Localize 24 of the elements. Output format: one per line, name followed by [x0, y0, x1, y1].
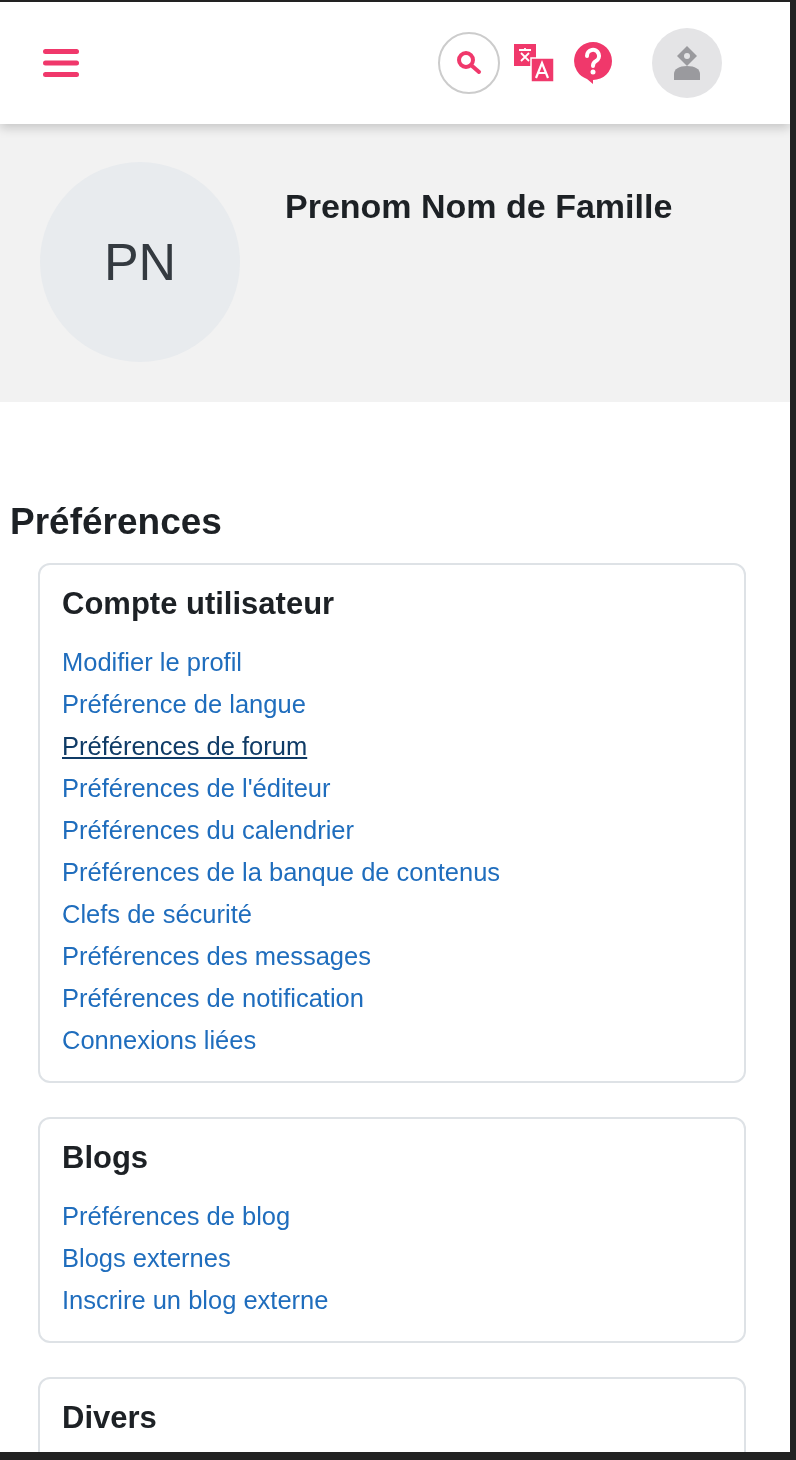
preference-link[interactable]: Inscrire un blog externe — [62, 1278, 329, 1321]
preference-link[interactable]: Préférences de notification — [62, 976, 364, 1019]
preference-link[interactable]: Connexions liées — [62, 1018, 257, 1061]
preference-link[interactable]: Préférences de blog — [62, 1194, 291, 1237]
preference-link[interactable]: Blogs externes — [62, 1236, 231, 1279]
user-icon — [672, 46, 702, 80]
section-title: Blogs — [62, 1140, 150, 1175]
preference-link[interactable]: Préférence de langue — [62, 682, 306, 725]
section-title: Divers — [62, 1400, 158, 1435]
preference-link[interactable]: Préférences du calendrier — [62, 808, 354, 851]
preference-link[interactable]: Préférences de forum — [62, 724, 308, 767]
translate-icon[interactable] — [514, 44, 554, 82]
preference-link[interactable]: Préférences de l'éditeur — [62, 766, 331, 809]
help-icon[interactable] — [574, 42, 612, 84]
page-title: Préférences — [10, 502, 223, 543]
preference-link[interactable]: Préférences des messages — [62, 934, 371, 977]
preference-link[interactable]: Modifier le profil — [62, 640, 242, 683]
menu-icon[interactable] — [43, 49, 79, 77]
search-icon — [456, 50, 482, 76]
user-avatar: PN — [40, 162, 240, 362]
section-title: Compte utilisateur — [62, 586, 336, 621]
preference-link[interactable]: Préférences de la banque de contenus — [62, 850, 501, 893]
user-name: Prenom Nom de Famille — [285, 187, 673, 226]
preference-link[interactable]: Clefs de sécurité — [62, 892, 252, 935]
